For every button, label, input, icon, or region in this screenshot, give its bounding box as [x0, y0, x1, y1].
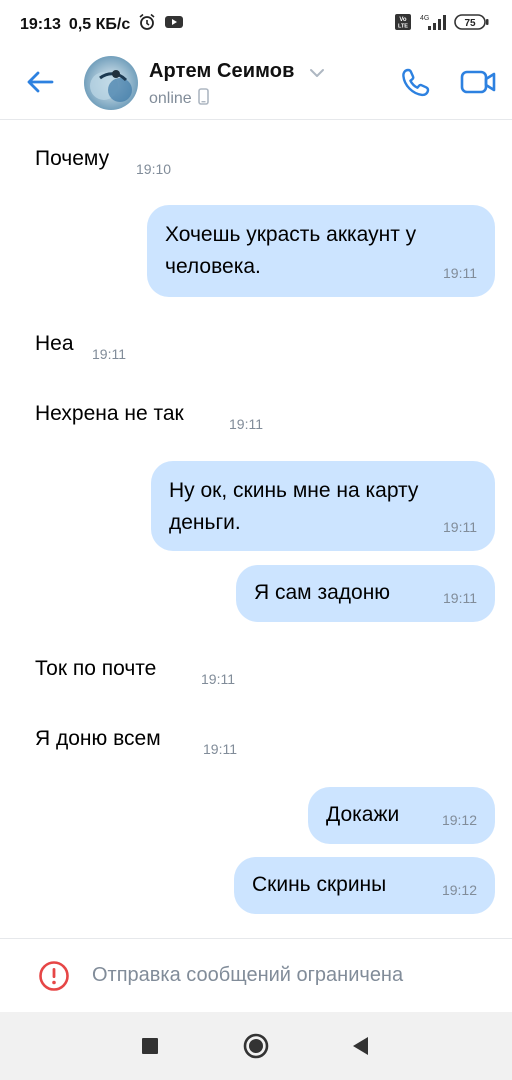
contact-name[interactable]: Артем Сеимов	[149, 60, 295, 83]
message-time: 19:12	[441, 882, 477, 898]
message-time: 19:11	[443, 519, 477, 535]
back-button[interactable]	[20, 64, 60, 100]
phone-device-icon	[197, 88, 209, 110]
avatar[interactable]	[84, 56, 138, 110]
message-text-line: человека.	[165, 255, 261, 278]
message-time: 19:11	[203, 741, 237, 757]
message-text: Ток по почте	[35, 657, 157, 680]
back-nav-button[interactable]	[342, 1030, 378, 1062]
video-call-button[interactable]	[458, 62, 500, 102]
message-outgoing[interactable]: Я сам задоню 19:11	[236, 565, 495, 622]
message-time: 19:11	[201, 671, 235, 687]
message-time: 19:11	[229, 416, 263, 432]
svg-text:LTE: LTE	[398, 24, 408, 30]
message-outgoing[interactable]: Скинь скрины 19:12	[234, 857, 495, 914]
warning-circle-icon	[38, 960, 70, 992]
message-outgoing[interactable]: Ну ок, скинь мне на карту деньги. 19:11	[151, 461, 495, 551]
message-time: 19:11	[92, 346, 126, 362]
home-button[interactable]	[238, 1030, 274, 1062]
chat-header: Артем Сеимов online	[0, 44, 512, 120]
message-incoming[interactable]: Неа 19:11	[35, 329, 126, 362]
message-text: Я доню всем	[35, 727, 161, 750]
message-text: Неа	[35, 332, 74, 355]
call-button[interactable]	[396, 62, 436, 102]
battery-icon: 75	[454, 13, 490, 36]
message-text: Почему	[35, 147, 110, 170]
alarm-icon	[138, 13, 156, 36]
signal-label: 4G	[420, 15, 429, 22]
message-incoming[interactable]: Нехрена не так 19:11	[35, 399, 263, 432]
home-circle-icon	[243, 1033, 269, 1059]
message-text-line: Хочешь украсть аккаунт у	[165, 223, 417, 246]
status-bar-right: Vo LTE 4G 75	[394, 12, 490, 37]
system-nav-bar	[0, 1012, 512, 1080]
message-text: Я сам задоню	[254, 581, 391, 604]
message-text: Нехрена не так	[35, 402, 184, 425]
restriction-text: Отправка сообщений ограничена	[92, 964, 404, 986]
status-bar-left: 19:13 0,5 КБ/с	[20, 13, 184, 36]
message-incoming[interactable]: Я доню всем 19:11	[35, 724, 237, 757]
video-call-icon	[460, 70, 496, 94]
message-outgoing[interactable]: Хочешь украсть аккаунт у человека. 19:11	[147, 205, 495, 297]
message-text: Скинь скрины	[252, 873, 387, 896]
recents-button[interactable]	[132, 1030, 168, 1062]
message-time: 19:10	[136, 161, 172, 177]
svg-text:Vo: Vo	[399, 17, 407, 23]
message-time: 19:12	[441, 812, 477, 828]
message-text-line: деньги.	[169, 511, 241, 534]
message-incoming[interactable]: Почему 19:10	[35, 144, 171, 177]
message-restriction-bar: Отправка сообщений ограничена	[0, 938, 512, 1012]
message-time: 19:11	[443, 590, 477, 606]
battery-level: 75	[464, 18, 476, 29]
status-bar: 19:13 0,5 КБ/с Vo LTE 4G 75	[0, 0, 512, 44]
back-triangle-icon	[353, 1037, 368, 1055]
message-time: 19:11	[443, 265, 477, 281]
net-speed: 0,5 КБ/с	[68, 15, 131, 33]
signal-icon: 4G	[418, 12, 448, 37]
back-arrow-icon	[27, 71, 54, 93]
contact-status: online	[149, 88, 209, 110]
message-outgoing[interactable]: Докажи 19:12	[308, 787, 495, 844]
volte-icon: Vo LTE	[394, 13, 412, 36]
message-text: Докажи	[326, 803, 400, 826]
online-status: online	[149, 90, 192, 107]
chevron-down-icon[interactable]	[309, 65, 325, 83]
recents-square-icon	[142, 1038, 158, 1054]
call-icon	[402, 68, 430, 97]
message-text-line: Ну ок, скинь мне на карту	[169, 479, 419, 502]
message-incoming[interactable]: Ток по почте 19:11	[35, 654, 235, 687]
youtube-icon	[164, 14, 184, 35]
clock: 19:13	[20, 15, 61, 33]
